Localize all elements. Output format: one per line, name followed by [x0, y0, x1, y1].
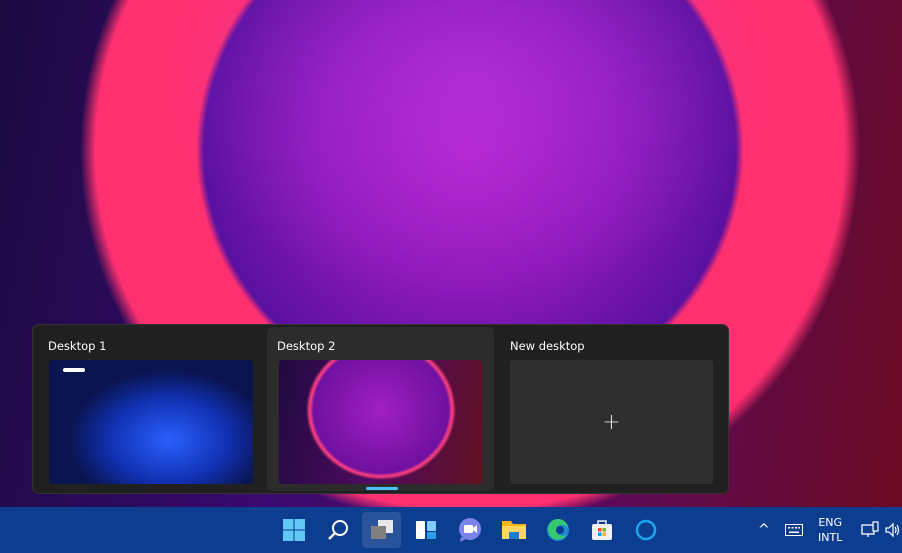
desktop-2-card[interactable]: Desktop 2	[267, 327, 494, 491]
window-preview	[63, 368, 85, 372]
language-code: ENG	[818, 516, 843, 529]
store-icon[interactable]	[584, 512, 620, 548]
touch-keyboard-icon[interactable]	[785, 507, 803, 553]
volume-icon[interactable]	[884, 507, 902, 553]
task-view-icon[interactable]	[362, 512, 401, 548]
edge-icon[interactable]	[540, 512, 576, 548]
new-desktop-label: New desktop	[510, 339, 585, 353]
widgets-icon[interactable]	[408, 512, 444, 548]
cortana-icon[interactable]	[628, 512, 664, 548]
language-indicator[interactable]: ENG INTL	[818, 507, 842, 553]
network-icon[interactable]	[861, 507, 879, 553]
current-desktop-indicator	[366, 487, 398, 490]
taskbar: ^ ENG INTL	[0, 507, 902, 553]
file-explorer-icon[interactable]	[496, 512, 532, 548]
keyboard-layout: INTL	[818, 531, 843, 544]
new-desktop-button[interactable]: +	[510, 360, 713, 484]
task-view-panel: Desktop 1 Desktop 2 New desktop +	[32, 324, 729, 494]
start-icon[interactable]	[276, 512, 312, 548]
teams-chat-icon[interactable]	[452, 512, 488, 548]
desktop-1-label: Desktop 1	[48, 339, 107, 353]
new-desktop-card[interactable]: New desktop +	[497, 327, 727, 491]
desktop-2-label: Desktop 2	[277, 339, 336, 353]
desktop-1-card[interactable]: Desktop 1	[35, 327, 265, 491]
search-icon[interactable]	[320, 512, 356, 548]
show-hidden-icons-chevron[interactable]: ^	[758, 507, 770, 553]
desktop-1-thumbnail[interactable]	[49, 360, 253, 484]
plus-icon: +	[602, 409, 621, 435]
desktop-2-thumbnail[interactable]	[279, 360, 482, 484]
